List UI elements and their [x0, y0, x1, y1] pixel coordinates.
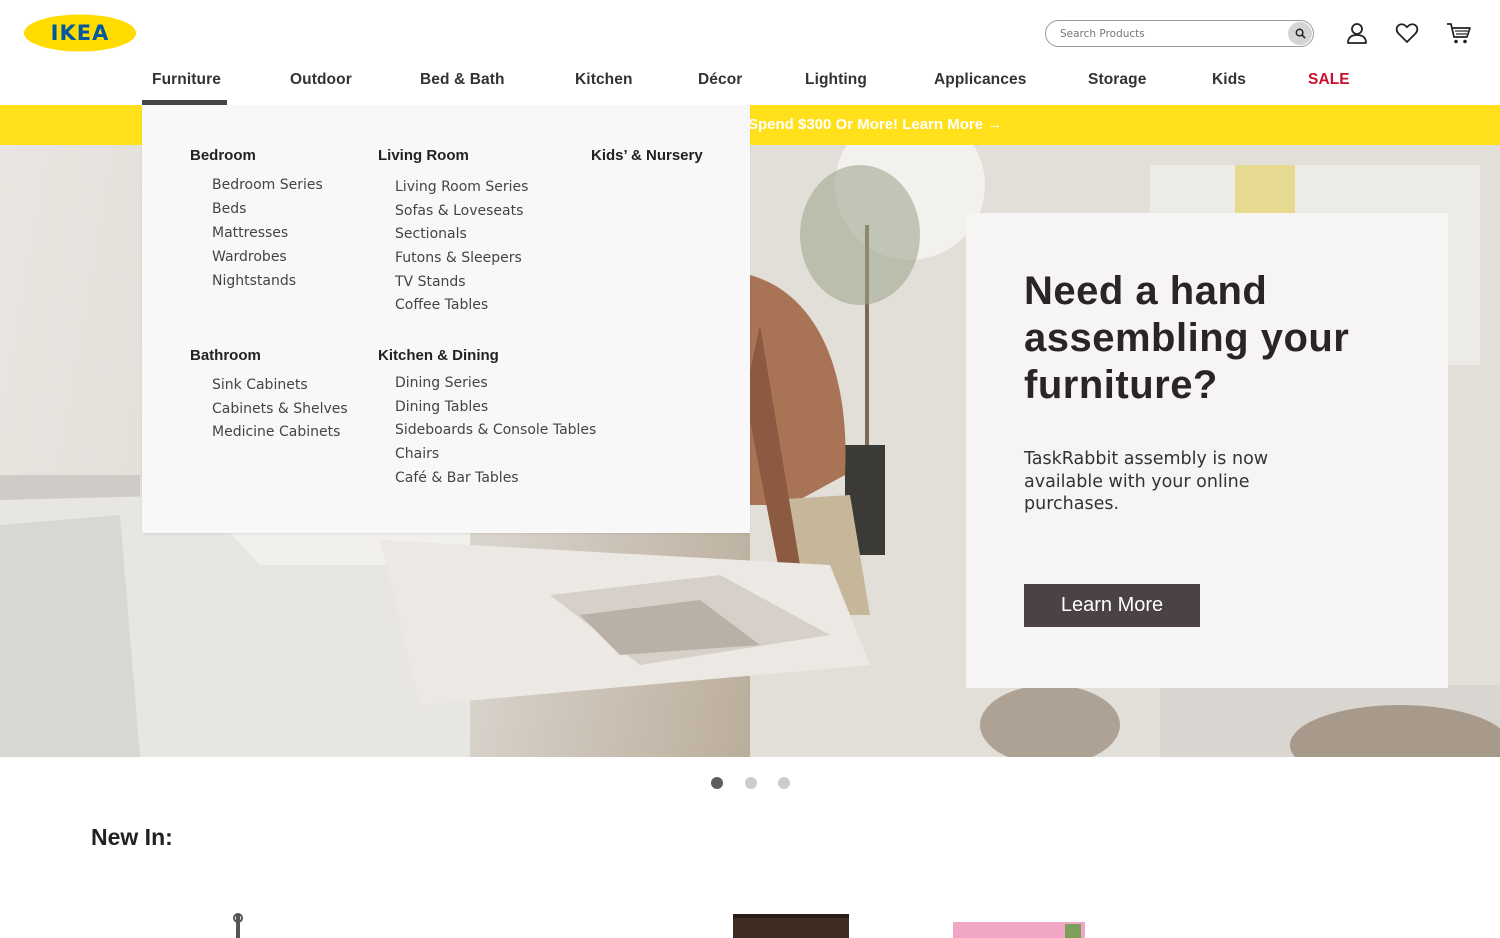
nav-item-outdoor[interactable]: Outdoor — [290, 71, 352, 89]
nav-item-furniture[interactable]: Furniture — [152, 71, 221, 89]
search-box — [1045, 20, 1314, 47]
main-nav: Furniture Outdoor Bed & Bath Kitchen Déc… — [0, 60, 1500, 105]
cart-button[interactable] — [1446, 20, 1472, 46]
search-icon — [1295, 28, 1306, 39]
nav-item-decor[interactable]: Décor — [698, 71, 742, 89]
promo-banner-link[interactable]: Spend $300 Or More! Learn More → — [748, 116, 1002, 133]
mega-link[interactable]: Chairs — [395, 446, 439, 462]
carousel-dot-3[interactable] — [778, 777, 790, 789]
svg-text:IKEA: IKEA — [51, 21, 110, 45]
search-button[interactable] — [1288, 22, 1312, 45]
carousel-dot-1[interactable] — [711, 777, 723, 789]
nav-item-storage[interactable]: Storage — [1088, 71, 1146, 89]
hero-card: Need a hand assembling your furniture? T… — [966, 213, 1448, 688]
hero-body: TaskRabbit assembly is now available wit… — [1024, 449, 1269, 514]
ikea-logo-graphic: IKEA — [24, 14, 136, 52]
search-input[interactable] — [1060, 25, 1280, 43]
wishlist-heart-icon — [1395, 23, 1419, 43]
furniture-mega-menu: Bedroom Bedroom Series Beds Mattresses W… — [142, 105, 750, 533]
nav-item-kitchen[interactable]: Kitchen — [575, 71, 633, 89]
mega-heading-kitchen-dining[interactable]: Kitchen & Dining — [378, 347, 499, 364]
mega-link[interactable]: Medicine Cabinets — [212, 424, 340, 440]
ikea-logo[interactable]: IKEA — [24, 14, 136, 52]
product-thumbnail[interactable] — [733, 912, 849, 938]
carousel-dot-2[interactable] — [745, 777, 757, 789]
cart-icon — [1447, 23, 1471, 44]
mega-link[interactable]: Futons & Sleepers — [395, 250, 522, 266]
mega-link[interactable]: Sofas & Loveseats — [395, 203, 523, 219]
nav-item-appliances[interactable]: Applicances — [934, 71, 1026, 89]
mega-link[interactable]: Café & Bar Tables — [395, 470, 519, 486]
product-image — [233, 913, 243, 938]
learn-more-button[interactable]: Learn More — [1024, 584, 1200, 627]
mega-link[interactable]: Sink Cabinets — [212, 377, 308, 393]
product-thumbnail[interactable] — [228, 912, 248, 938]
mega-link[interactable]: Living Room Series — [395, 179, 528, 195]
nav-item-bed-bath[interactable]: Bed & Bath — [420, 71, 505, 89]
mega-heading-living-room[interactable]: Living Room — [378, 147, 469, 164]
mega-link[interactable]: Wardrobes — [212, 249, 287, 265]
wishlist-button[interactable] — [1394, 20, 1420, 46]
mega-link[interactable]: Bedroom Series — [212, 177, 323, 193]
mega-link[interactable]: Sideboards & Console Tables — [395, 422, 596, 438]
hero-heading: Need a hand assembling your furniture? — [1024, 269, 1350, 407]
mega-link[interactable]: Sectionals — [395, 226, 467, 242]
mega-heading-bathroom[interactable]: Bathroom — [190, 347, 261, 364]
nav-item-kids[interactable]: Kids — [1212, 71, 1246, 89]
account-button[interactable] — [1344, 20, 1370, 46]
mega-heading-kids-nursery[interactable]: Kids’ & Nursery — [591, 147, 703, 164]
mega-heading-bedroom[interactable]: Bedroom — [190, 147, 256, 164]
mega-link[interactable]: Coffee Tables — [395, 297, 488, 313]
account-icon — [1347, 23, 1367, 44]
mega-link[interactable]: TV Stands — [395, 274, 466, 290]
mega-link[interactable]: Mattresses — [212, 225, 288, 241]
mega-link[interactable]: Nightstands — [212, 273, 296, 289]
mega-link[interactable]: Cabinets & Shelves — [212, 401, 348, 417]
product-image — [953, 922, 1085, 938]
mega-link[interactable]: Beds — [212, 201, 246, 217]
new-in-heading: New In: — [91, 824, 173, 850]
mega-link[interactable]: Dining Series — [395, 375, 488, 391]
product-image — [733, 914, 849, 938]
mega-link[interactable]: Dining Tables — [395, 399, 488, 415]
nav-item-sale[interactable]: SALE — [1308, 71, 1350, 89]
product-thumbnail[interactable] — [953, 912, 1085, 938]
nav-item-lighting[interactable]: Lighting — [805, 71, 867, 89]
